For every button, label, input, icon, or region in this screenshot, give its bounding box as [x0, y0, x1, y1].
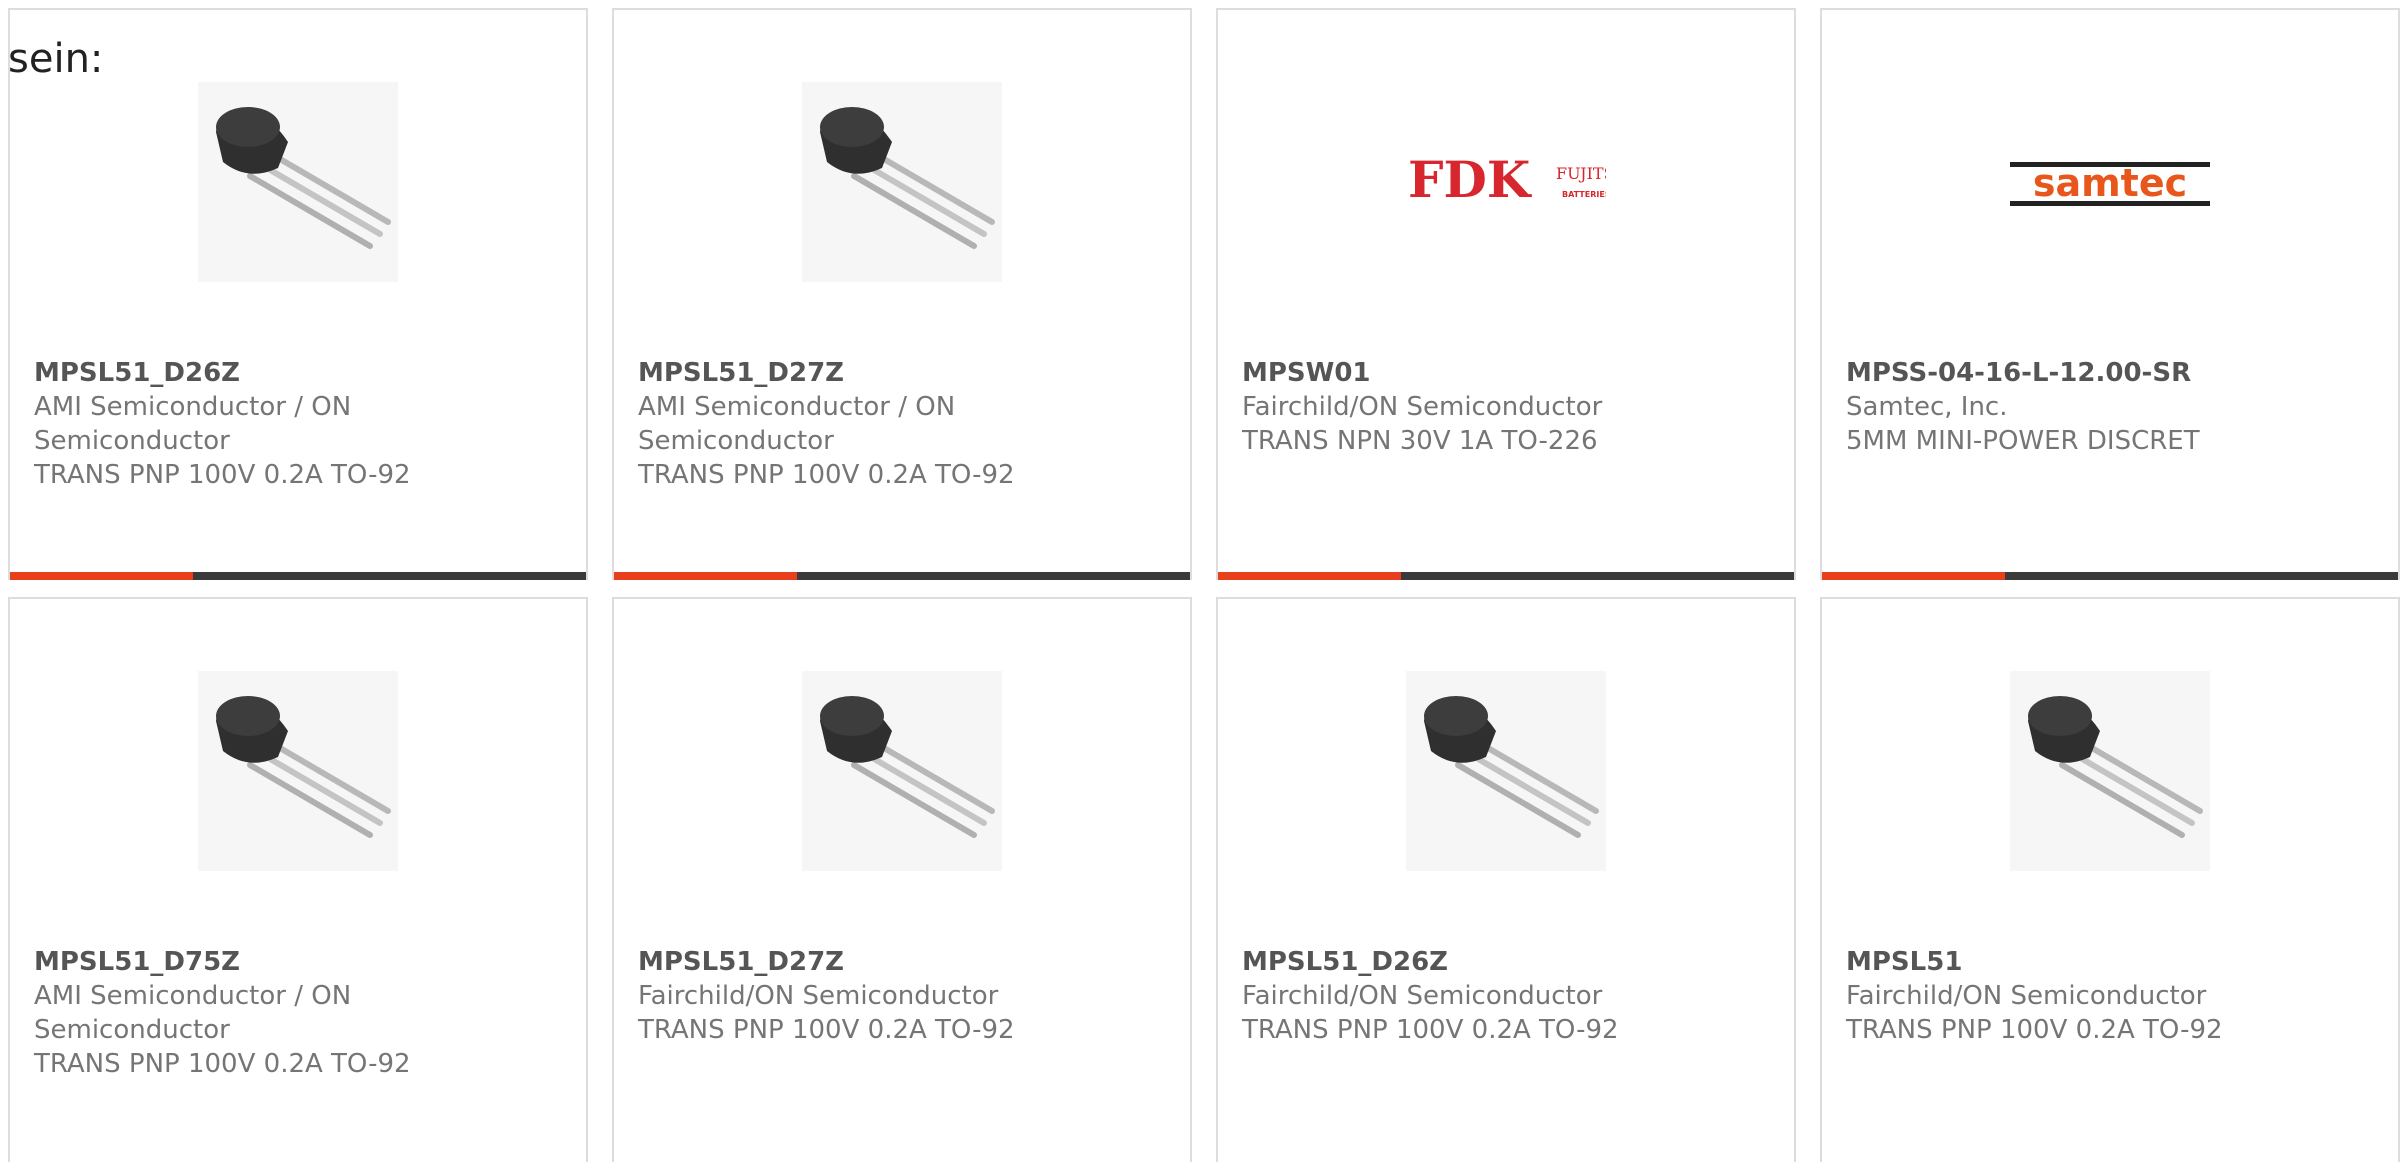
product-card[interactable]: MPSL51_D75Z AMI Semiconductor / ON Semic… [8, 597, 588, 1162]
description: TRANS PNP 100V 0.2A TO-92 [1242, 1015, 1619, 1045]
accent-bar [1822, 572, 2005, 580]
product-info: MPSW01 Fairchild/ON Semiconductor TRANS … [1242, 356, 1742, 458]
fdk-logo-text: FDK [1408, 150, 1532, 209]
product-info: MPSS-04-16-L-12.00-SR Samtec, Inc. 5MM M… [1846, 356, 2346, 458]
description: TRANS PNP 100V 0.2A TO-92 [34, 460, 411, 490]
part-number-link[interactable]: MPSL51_D26Z [34, 356, 534, 390]
product-image[interactable] [198, 671, 398, 871]
product-image[interactable] [1406, 671, 1606, 871]
product-info: MPSL51 Fairchild/ON Semiconductor TRANS … [1846, 945, 2346, 1047]
product-card[interactable]: MPSL51 Fairchild/ON Semiconductor TRANS … [1820, 597, 2400, 1162]
manufacturer: AMI Semiconductor / ON Semiconductor [34, 981, 352, 1045]
manufacturer: Fairchild/ON Semiconductor [638, 981, 999, 1011]
description: TRANS NPN 30V 1A TO-226 [1242, 426, 1598, 456]
product-image[interactable] [802, 671, 1002, 871]
product-info: MPSL51_D26Z Fairchild/ON Semiconductor T… [1242, 945, 1742, 1047]
transistor-icon [2010, 671, 2210, 871]
part-number-link[interactable]: MPSS-04-16-L-12.00-SR [1846, 356, 2346, 390]
product-card[interactable]: MPSL51_D27Z Fairchild/ON Semiconductor T… [612, 597, 1192, 1162]
manufacturer: Samtec, Inc. [1846, 392, 2008, 422]
card-bottom-bar [10, 572, 586, 580]
part-number-link[interactable]: MPSL51_D27Z [638, 356, 1138, 390]
description: TRANS PNP 100V 0.2A TO-92 [638, 460, 1015, 490]
description: TRANS PNP 100V 0.2A TO-92 [34, 1049, 411, 1079]
accent-bar [614, 572, 797, 580]
card-bottom-bar [614, 572, 1190, 580]
accent-bar [1218, 572, 1401, 580]
product-card[interactable]: MPSL51_D27Z AMI Semiconductor / ON Semic… [612, 8, 1192, 580]
product-info: MPSL51_D26Z AMI Semiconductor / ON Semic… [34, 356, 534, 492]
product-image[interactable]: samtec [2010, 82, 2210, 282]
transistor-icon [1406, 671, 1606, 871]
card-bottom-bar [1822, 572, 2398, 580]
card-bottom-bar [1218, 572, 1794, 580]
product-info: MPSL51_D27Z AMI Semiconductor / ON Semic… [638, 356, 1138, 492]
product-image[interactable] [802, 82, 1002, 282]
transistor-icon [198, 82, 398, 282]
product-image[interactable] [198, 82, 398, 282]
part-number-link[interactable]: MPSL51_D75Z [34, 945, 534, 979]
product-image[interactable] [2010, 671, 2210, 871]
part-number-link[interactable]: MPSL51_D26Z [1242, 945, 1742, 979]
description: TRANS PNP 100V 0.2A TO-92 [638, 1015, 1015, 1045]
batteries-logo-text: BATTERIES [1562, 190, 1606, 199]
samtec-logo-text: samtec [2033, 161, 2187, 205]
manufacturer: Fairchild/ON Semiconductor [1846, 981, 2207, 1011]
fdk-logo-icon: FDK FUJITSU BATTERIES [1406, 82, 1606, 282]
fujitsu-logo-text: FUJITSU [1556, 164, 1606, 183]
description: 5MM MINI-POWER DISCRET [1846, 426, 2200, 456]
product-card[interactable]: FDK FUJITSU BATTERIES MPSW01 Fairchild/O… [1216, 8, 1796, 580]
part-number-link[interactable]: MPSL51 [1846, 945, 2346, 979]
part-number-link[interactable]: MPSW01 [1242, 356, 1742, 390]
intro-text: sein: [8, 36, 104, 82]
manufacturer: AMI Semiconductor / ON Semiconductor [34, 392, 352, 456]
accent-bar [10, 572, 193, 580]
manufacturer: AMI Semiconductor / ON Semiconductor [638, 392, 956, 456]
page: sein: MPSL51_D26Z AMI Semiconductor / ON… [0, 0, 2400, 1162]
product-image[interactable]: FDK FUJITSU BATTERIES [1406, 82, 1606, 282]
manufacturer: Fairchild/ON Semiconductor [1242, 981, 1603, 1011]
transistor-icon [802, 671, 1002, 871]
description: TRANS PNP 100V 0.2A TO-92 [1846, 1015, 2223, 1045]
product-card[interactable]: samtec MPSS-04-16-L-12.00-SR Samtec, Inc… [1820, 8, 2400, 580]
transistor-icon [198, 671, 398, 871]
transistor-icon [802, 82, 1002, 282]
product-grid: MPSL51_D26Z AMI Semiconductor / ON Semic… [0, 0, 2400, 1162]
part-number-link[interactable]: MPSL51_D27Z [638, 945, 1138, 979]
product-card[interactable]: MPSL51_D26Z Fairchild/ON Semiconductor T… [1216, 597, 1796, 1162]
manufacturer: Fairchild/ON Semiconductor [1242, 392, 1603, 422]
product-info: MPSL51_D75Z AMI Semiconductor / ON Semic… [34, 945, 534, 1081]
product-card[interactable]: MPSL51_D26Z AMI Semiconductor / ON Semic… [8, 8, 588, 580]
product-info: MPSL51_D27Z Fairchild/ON Semiconductor T… [638, 945, 1138, 1047]
samtec-logo-icon: samtec [2010, 82, 2210, 282]
